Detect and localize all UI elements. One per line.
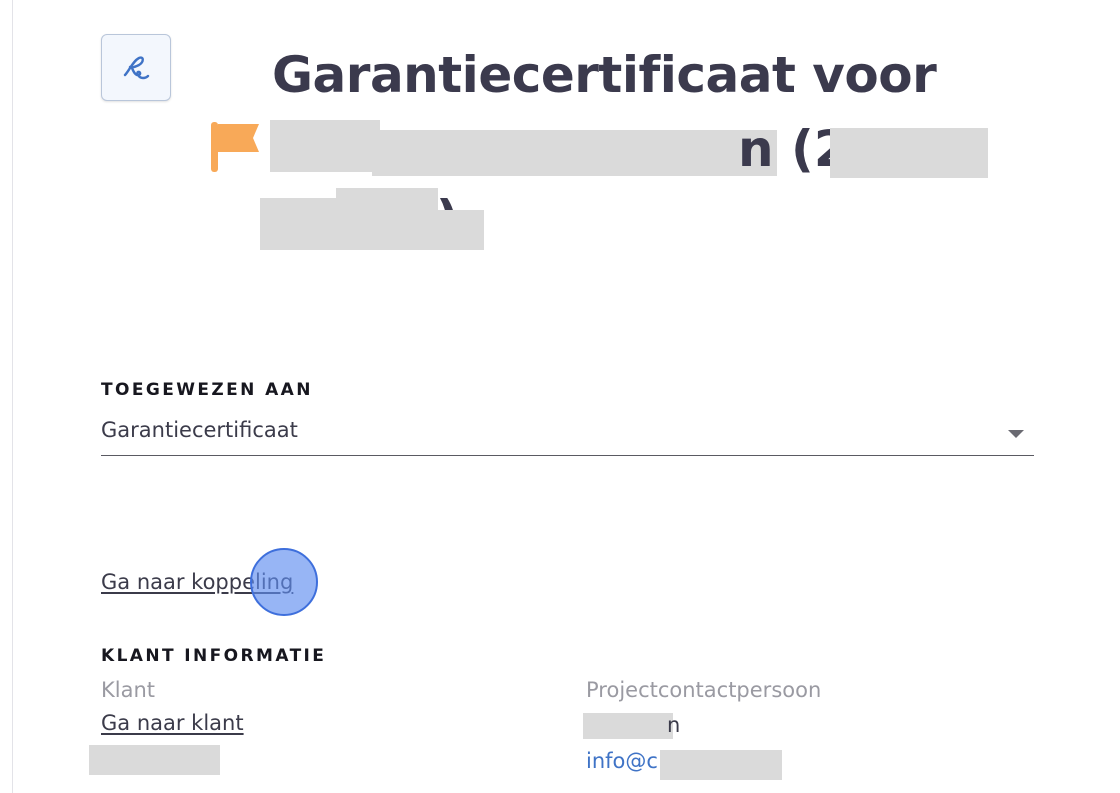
customer-info-label: KLANT INFORMATIE — [101, 646, 327, 666]
page-title: Garantiecertificaat voor — [272, 46, 937, 104]
contact-email-link[interactable]: info@c — [586, 749, 658, 773]
contact-name-fragment: n — [667, 713, 681, 737]
chevron-down-icon — [1008, 430, 1024, 438]
click-indicator — [250, 548, 318, 616]
page: Garantiecertificaat voor n (2 ) TOEGEWEZ… — [0, 0, 1120, 793]
signature-icon — [123, 55, 150, 79]
assigned-to-select[interactable]: Garantiecertificaat — [101, 414, 1034, 456]
redacted-title-segment — [270, 120, 380, 172]
redacted-contact-email — [660, 750, 782, 780]
assigned-to-value: Garantiecertificaat — [101, 418, 298, 442]
customer-label: Klant — [101, 678, 156, 702]
redacted-title-segment — [372, 130, 777, 176]
redacted-contact-name — [583, 713, 673, 739]
panel-left-border — [12, 0, 13, 793]
project-contact-label: Projectcontactpersoon — [586, 678, 822, 702]
assigned-to-label: TOEGEWEZEN AAN — [101, 380, 313, 400]
goto-customer-link[interactable]: Ga naar klant — [101, 711, 244, 735]
flag-icon — [211, 122, 259, 172]
signature-icon-button[interactable] — [101, 34, 171, 101]
redacted-customer-name — [89, 745, 220, 775]
redacted-title-segment — [830, 128, 988, 178]
redacted-title-segment — [384, 210, 484, 250]
